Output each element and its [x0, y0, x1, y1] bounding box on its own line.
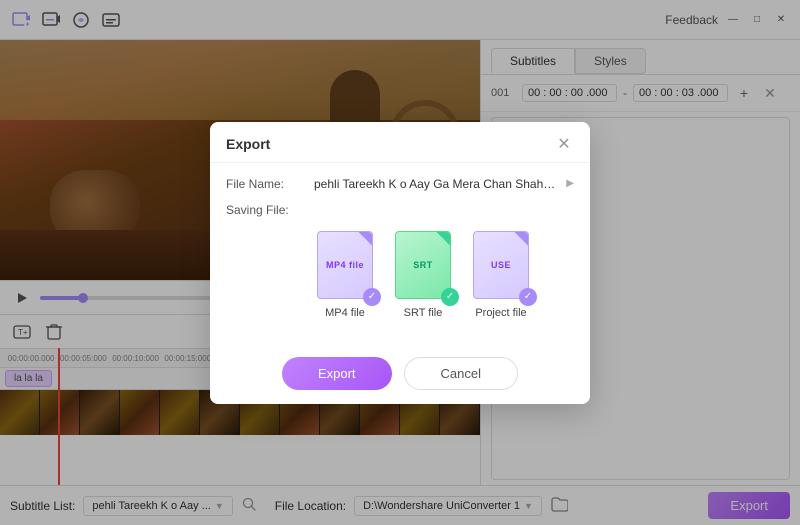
- export-dialog: Export ✕ File Name: pehli Tareekh K o Aa…: [210, 122, 590, 404]
- project-check: ✓: [519, 288, 537, 306]
- project-label: Project file: [475, 307, 526, 319]
- filename-value: pehli Tareekh K o Aay Ga Mera Chan Shahz…: [314, 177, 558, 191]
- project-option[interactable]: USE ✓ Project file: [470, 229, 532, 319]
- filename-row: File Name: pehli Tareekh K o Aay Ga Mera…: [226, 177, 574, 191]
- saving-file-row: Saving File:: [226, 203, 574, 217]
- srt-icon-body: SRT: [395, 231, 451, 299]
- mp4-icon: MP4 file ✓: [314, 229, 376, 301]
- modal-overlay: Export ✕ File Name: pehli Tareekh K o Aa…: [0, 0, 800, 525]
- mp4-label: MP4 file: [325, 307, 365, 319]
- modal-footer: Export Cancel: [210, 347, 590, 404]
- filename-arrow: ▶: [566, 178, 574, 189]
- srt-corner: [436, 232, 450, 246]
- project-corner: [514, 232, 528, 246]
- saving-file-label: Saving File:: [226, 203, 306, 217]
- srt-icon: SRT ✓: [392, 229, 454, 301]
- srt-option[interactable]: SRT ✓ SRT file: [392, 229, 454, 319]
- modal-export-button[interactable]: Export: [282, 357, 392, 390]
- mp4-check: ✓: [363, 288, 381, 306]
- srt-badge: SRT: [413, 260, 433, 270]
- modal-cancel-button[interactable]: Cancel: [404, 357, 518, 390]
- project-badge: USE: [491, 260, 511, 270]
- mp4-badge: MP4 file: [326, 260, 364, 270]
- mp4-icon-body: MP4 file: [317, 231, 373, 299]
- project-icon-body: USE: [473, 231, 529, 299]
- filename-label: File Name:: [226, 177, 306, 191]
- project-icon: USE ✓: [470, 229, 532, 301]
- file-options: MP4 file ✓ MP4 file SRT ✓ S: [314, 229, 574, 319]
- modal-body: File Name: pehli Tareekh K o Aay Ga Mera…: [210, 163, 590, 347]
- mp4-corner: [358, 232, 372, 246]
- modal-title: Export: [226, 136, 270, 152]
- srt-label: SRT file: [404, 307, 443, 319]
- modal-close-button[interactable]: ✕: [554, 134, 574, 154]
- mp4-option[interactable]: MP4 file ✓ MP4 file: [314, 229, 376, 319]
- modal-header: Export ✕: [210, 122, 590, 163]
- srt-check: ✓: [441, 288, 459, 306]
